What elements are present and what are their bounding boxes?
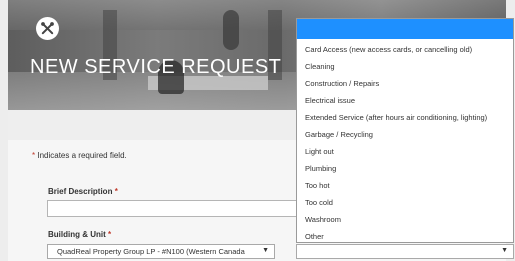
dropdown-option[interactable]: Light out bbox=[297, 143, 513, 160]
dropdown-option[interactable]: Construction / Repairs bbox=[297, 75, 513, 92]
tools-icon bbox=[36, 17, 59, 40]
required-marker: * bbox=[108, 230, 112, 239]
dropdown-option[interactable]: Cleaning bbox=[297, 58, 513, 75]
page-title: NEW SERVICE REQUEST bbox=[30, 56, 282, 78]
brief-description-label: Brief Description * bbox=[48, 187, 118, 196]
required-field-note: * Indicates a required field. bbox=[32, 151, 127, 160]
issue-type-select[interactable]: ▼ bbox=[296, 244, 514, 259]
required-note-text: Indicates a required field. bbox=[37, 151, 127, 160]
dropdown-option[interactable]: Too cold bbox=[297, 194, 513, 211]
chevron-down-icon: ▼ bbox=[501, 247, 508, 254]
dropdown-option[interactable]: Plumbing bbox=[297, 160, 513, 177]
banner-photo-person bbox=[223, 10, 239, 50]
building-unit-selected-value: QuadReal Property Group LP - #N100 (West… bbox=[57, 247, 245, 256]
issue-type-options: Card Access (new access cards, or cancel… bbox=[297, 41, 513, 245]
brief-description-label-text: Brief Description bbox=[48, 187, 113, 196]
dropdown-option[interactable]: Washroom bbox=[297, 211, 513, 228]
dropdown-option[interactable]: Extended Service (after hours air condit… bbox=[297, 109, 513, 126]
dropdown-option[interactable]: Electrical issue bbox=[297, 92, 513, 109]
brief-description-input[interactable] bbox=[47, 200, 305, 217]
building-unit-label: Building & Unit * bbox=[48, 230, 111, 239]
dropdown-option[interactable]: Card Access (new access cards, or cancel… bbox=[297, 41, 513, 58]
required-marker: * bbox=[32, 151, 36, 160]
issue-type-dropdown[interactable]: Card Access (new access cards, or cancel… bbox=[296, 18, 514, 243]
chevron-down-icon: ▼ bbox=[262, 247, 269, 254]
dropdown-option[interactable]: Too hot bbox=[297, 177, 513, 194]
required-marker: * bbox=[114, 187, 118, 196]
building-unit-label-text: Building & Unit bbox=[48, 230, 106, 239]
building-unit-select[interactable]: QuadReal Property Group LP - #N100 (West… bbox=[47, 244, 275, 259]
dropdown-highlighted-option[interactable] bbox=[297, 19, 513, 39]
dropdown-option[interactable]: Garbage / Recycling bbox=[297, 126, 513, 143]
dropdown-option[interactable]: Other bbox=[297, 228, 513, 245]
